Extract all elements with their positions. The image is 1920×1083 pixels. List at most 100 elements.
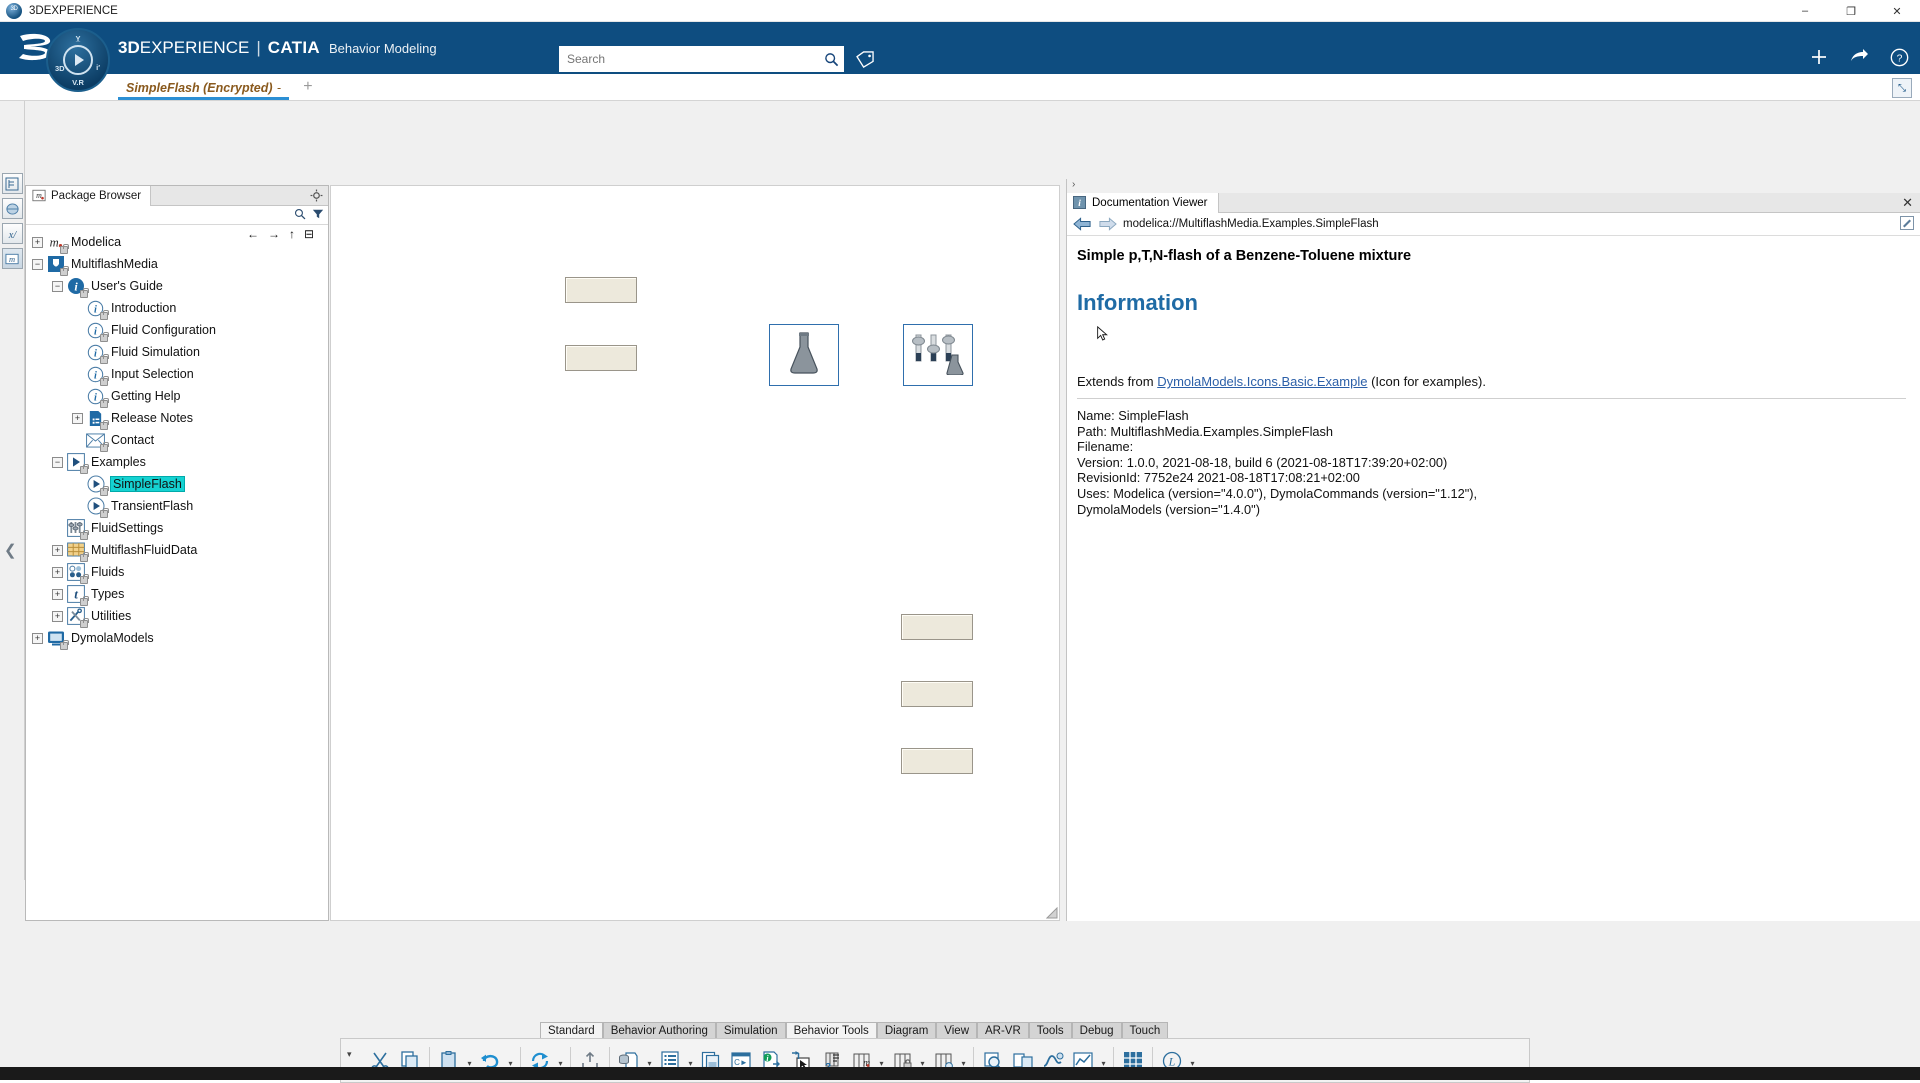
expand-icon[interactable]: +	[52, 611, 63, 622]
doc-meta-line: DymolaModels (version="1.4.0")	[1077, 502, 1906, 518]
brand-title: 3D EXPERIENCE | CATIA Behavior Modeling	[118, 38, 437, 58]
tab-package-browser-label: Package Browser	[51, 190, 141, 202]
tree-item-simpleflash[interactable]: SimpleFlash	[32, 473, 328, 495]
tree-item-examples[interactable]: −Examples	[32, 451, 328, 473]
edit-icon[interactable]	[1900, 216, 1914, 230]
diagram-canvas[interactable]	[330, 185, 1060, 921]
value-box[interactable]	[901, 748, 973, 774]
tree-item-multiflashfluiddata[interactable]: +MultiflashFluidData	[32, 539, 328, 561]
brand-workbench: Behavior Modeling	[329, 41, 437, 56]
forward-icon[interactable]	[1098, 217, 1117, 231]
collapse-left-panel-icon[interactable]: ❮	[4, 541, 17, 559]
tree-spacer	[52, 523, 63, 534]
add-icon[interactable]	[1808, 46, 1830, 68]
action-tab-debug[interactable]: Debug	[1072, 1022, 1122, 1039]
close-button[interactable]: ✕	[1874, 0, 1920, 22]
action-tab-view[interactable]: View	[936, 1022, 977, 1039]
tree-item-types[interactable]: +tTypes	[32, 583, 328, 605]
brand-experience: EXPERIENCE	[140, 38, 250, 58]
search-icon[interactable]	[818, 52, 844, 67]
action-tab-touch[interactable]: Touch	[1122, 1022, 1169, 1039]
table-icon	[66, 541, 85, 560]
relations-icon[interactable]: x/	[2, 223, 23, 244]
tag-icon[interactable]	[852, 47, 878, 71]
tab-documentation-viewer[interactable]: i Documentation Viewer	[1067, 193, 1219, 213]
assembly-icon[interactable]	[2, 198, 23, 219]
value-box[interactable]	[565, 345, 637, 371]
action-tab-simulation[interactable]: Simulation	[716, 1022, 786, 1039]
tree-item-fluid-simulation[interactable]: iFluid Simulation	[32, 341, 328, 363]
info-icon: i	[1073, 196, 1086, 209]
collapse-icon[interactable]: −	[52, 457, 63, 468]
component-properties[interactable]	[769, 324, 839, 386]
action-tab-tools[interactable]: Tools	[1029, 1022, 1072, 1039]
expand-icon[interactable]: +	[52, 589, 63, 600]
minimize-button[interactable]: –	[1782, 0, 1828, 22]
gear-icon[interactable]	[310, 189, 323, 207]
action-tab-label: Behavior Tools	[794, 1025, 869, 1037]
value-box[interactable]	[565, 277, 637, 303]
tree-view-icon[interactable]	[2, 173, 23, 194]
value-box[interactable]	[901, 614, 973, 640]
tree-item-getting-help[interactable]: iGetting Help	[32, 385, 328, 407]
tree-item-utilities[interactable]: + Utilities	[32, 605, 328, 627]
tree-item-fluidsettings[interactable]: FluidSettings	[32, 517, 328, 539]
tree-item-contact[interactable]: Contact	[32, 429, 328, 451]
tree-item-label: Utilities	[91, 609, 131, 623]
expand-view-button[interactable]: ⤡	[1892, 78, 1912, 98]
tree-item-fluid-configuration[interactable]: iFluid Configuration	[32, 319, 328, 341]
modelica-icon: m	[46, 233, 65, 252]
expand-icon[interactable]: +	[72, 413, 83, 424]
compass-navigator[interactable]: 3D Y̲ i′ V.R	[46, 28, 110, 92]
tree-item-introduction[interactable]: iIntroduction	[32, 297, 328, 319]
action-tab-ar-vr[interactable]: AR-VR	[977, 1022, 1029, 1039]
action-tab-standard[interactable]: Standard	[540, 1022, 603, 1039]
tree-item-user-s-guide[interactable]: −iUser's Guide	[32, 275, 328, 297]
expand-icon[interactable]: +	[32, 237, 43, 248]
filter-icon[interactable]	[312, 208, 324, 220]
help-icon[interactable]: ?	[1888, 46, 1910, 68]
expand-icon[interactable]: +	[32, 633, 43, 644]
new-tab-button[interactable]: +	[303, 78, 312, 100]
tree-item-label: Getting Help	[111, 389, 180, 403]
collapse-icon[interactable]: −	[32, 259, 43, 270]
collapse-icon[interactable]: −	[52, 281, 63, 292]
package-browser-search-row[interactable]	[26, 206, 328, 225]
tab-package-browser[interactable]: m Package Browser	[26, 186, 151, 206]
tree-item-multiflashmedia[interactable]: −MultiflashMedia	[32, 253, 328, 275]
component-fluidsettings[interactable]	[903, 324, 973, 386]
share-icon[interactable]	[1848, 46, 1870, 68]
search-box[interactable]	[559, 46, 844, 72]
expand-icon[interactable]: +	[52, 545, 63, 556]
expand-icon[interactable]: +	[52, 567, 63, 578]
search-input[interactable]	[559, 47, 818, 71]
tree-item-dymolamodels[interactable]: + DymolaModels	[32, 627, 328, 649]
doc-panel-chevron[interactable]: ›	[1067, 179, 1920, 193]
back-icon[interactable]	[1073, 217, 1092, 231]
package-browser-icon[interactable]: m	[2, 248, 23, 269]
canvas-resize-handle[interactable]	[1046, 907, 1058, 919]
tree-spacer	[72, 325, 83, 336]
maximize-button[interactable]: ❐	[1828, 0, 1874, 22]
doc-address-bar[interactable]: modelica://MultiflashMedia.Examples.Simp…	[1067, 213, 1920, 236]
tree-item-label: Introduction	[111, 301, 176, 315]
doc-extends-link[interactable]: DymolaModels.Icons.Basic.Example	[1157, 374, 1367, 389]
action-tab-diagram[interactable]: Diagram	[877, 1022, 936, 1039]
lock-icon	[60, 642, 68, 650]
tree-item-fluids[interactable]: +Fluids	[32, 561, 328, 583]
tree-item-transientflash[interactable]: TransientFlash	[32, 495, 328, 517]
dymola-icon	[46, 629, 65, 648]
value-box[interactable]	[901, 681, 973, 707]
svg-text:i: i	[94, 370, 97, 381]
action-tab-behavior-tools[interactable]: Behavior Tools	[786, 1022, 877, 1039]
tree-item-input-selection[interactable]: iInput Selection	[32, 363, 328, 385]
toolbar-overflow-caret[interactable]: ▾	[347, 1049, 352, 1060]
svg-text:?: ?	[1896, 53, 1902, 64]
magnifier-icon[interactable]	[294, 208, 306, 220]
tree-item-modelica[interactable]: +mModelica	[32, 231, 328, 253]
document-tab-simpleflash[interactable]: SimpleFlash (Encrypted) -	[118, 79, 289, 100]
tree-item-label: DymolaModels	[71, 631, 154, 645]
action-tab-behavior-authoring[interactable]: Behavior Authoring	[603, 1022, 716, 1039]
tree-item-release-notes[interactable]: +Release Notes	[32, 407, 328, 429]
close-icon[interactable]: ✕	[1902, 195, 1913, 211]
